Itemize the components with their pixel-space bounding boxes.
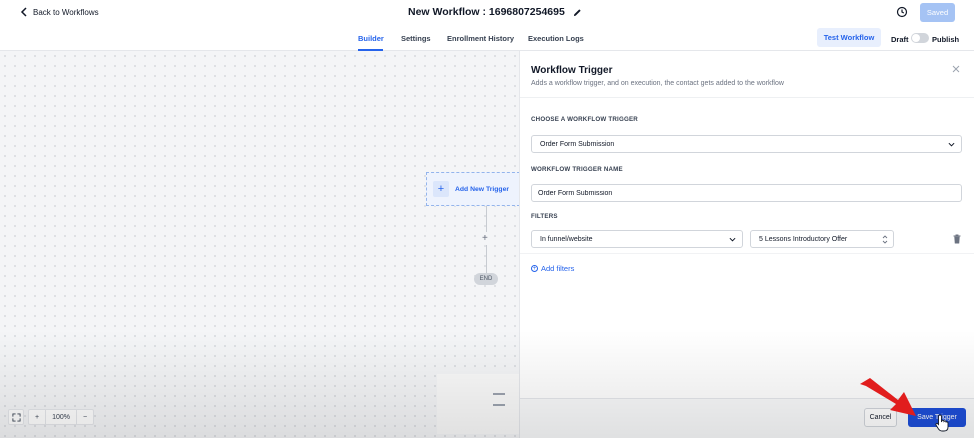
back-label: Back to Workflows [33, 7, 99, 17]
back-to-workflows-link[interactable]: Back to Workflows [20, 7, 99, 17]
add-trigger-label: Add New Trigger [455, 185, 510, 193]
trigger-name-label: WORKFLOW TRIGGER NAME [531, 166, 623, 173]
tab-enrollment-history[interactable]: Enrollment History [447, 34, 514, 43]
add-filters-label: Add filters [541, 264, 575, 273]
chevron-left-icon [20, 7, 27, 17]
saved-button[interactable]: Saved [920, 3, 955, 22]
trigger-type-value: Order Form Submission [540, 140, 615, 148]
sort-arrows-icon [882, 235, 888, 244]
end-node: END [474, 273, 498, 285]
hand-cursor-icon [935, 414, 949, 432]
divider [520, 253, 974, 254]
filter-value-select[interactable]: 5 Lessons Introductory Offer [750, 230, 894, 248]
close-icon[interactable] [952, 65, 960, 73]
filter-field-value: In funnel/website [540, 235, 593, 243]
tab-builder[interactable]: Builder [358, 34, 384, 43]
workflow-title-group: New Workflow : 1696807254695 [408, 6, 582, 18]
zoom-level: 100% [52, 413, 70, 421]
fit-view-button[interactable] [8, 409, 24, 425]
connector-line [486, 206, 487, 232]
zoom-in-button[interactable]: + [29, 414, 45, 421]
publish-toggle[interactable] [911, 33, 929, 43]
chevron-down-icon [729, 237, 736, 242]
add-filters-link[interactable]: + Add filters [531, 264, 574, 273]
divider [520, 97, 974, 98]
filters-label: FILTERS [531, 213, 558, 220]
trash-icon[interactable] [953, 234, 961, 244]
trigger-name-input[interactable] [531, 184, 962, 202]
history-icon[interactable] [896, 6, 908, 18]
filter-value: 5 Lessons Introductory Offer [759, 235, 848, 243]
filter-field-select[interactable]: In funnel/website [531, 230, 743, 248]
panel-title: Workflow Trigger [531, 65, 613, 76]
tab-execution-logs[interactable]: Execution Logs [528, 34, 584, 43]
test-workflow-button[interactable]: Test Workflow [817, 28, 881, 47]
zoom-controls: + 100% − [8, 409, 95, 425]
panel-subtitle: Adds a workflow trigger, and on executio… [531, 80, 784, 87]
connector-line [486, 245, 487, 273]
zoom-group: + 100% − [28, 409, 95, 425]
chevron-down-icon [948, 142, 955, 147]
top-bar: Back to Workflows New Workflow : 1696807… [0, 0, 974, 26]
minimap-node [493, 393, 505, 395]
plus-circle-icon: + [531, 265, 538, 272]
tab-settings[interactable]: Settings [401, 34, 431, 43]
zoom-out-button[interactable]: − [77, 414, 93, 421]
choose-trigger-label: CHOOSE A WORKFLOW TRIGGER [531, 116, 638, 123]
minimap-node [493, 404, 505, 406]
publish-label: Publish [932, 35, 960, 44]
add-new-trigger-node[interactable]: + Add New Trigger [426, 172, 520, 206]
plus-icon: + [433, 181, 449, 197]
annotation-arrow-icon [860, 378, 916, 416]
workflow-title: New Workflow : 1696807254695 [408, 6, 565, 18]
trigger-type-select[interactable]: Order Form Submission [531, 135, 962, 153]
expand-icon [11, 412, 21, 422]
minimap[interactable] [437, 374, 519, 434]
add-action-plus-icon[interactable]: + [482, 233, 488, 244]
pencil-icon[interactable] [573, 8, 582, 17]
draft-label: Draft [891, 35, 909, 44]
